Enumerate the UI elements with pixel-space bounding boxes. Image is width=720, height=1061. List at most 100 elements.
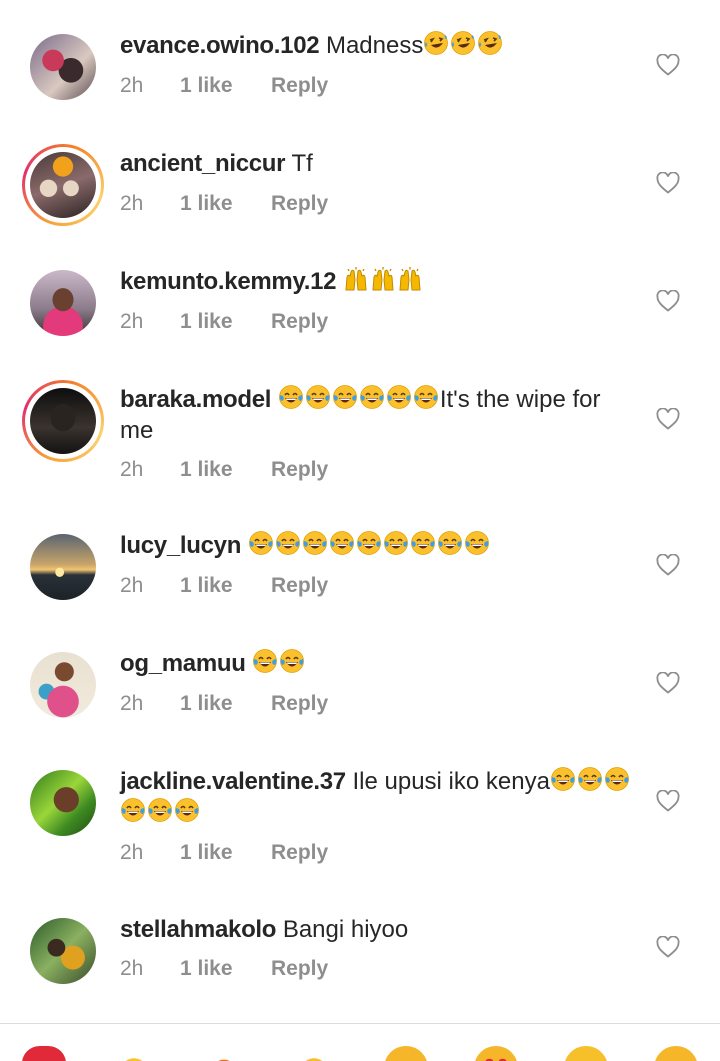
joy-emoji — [437, 531, 462, 555]
likes-count[interactable]: 1 like — [180, 841, 271, 865]
joy-emoji-group — [278, 385, 440, 413]
timestamp: 2h — [120, 74, 144, 97]
comment-body — [241, 532, 248, 559]
username[interactable]: og_mamuu — [120, 650, 246, 677]
timestamp: 2h — [120, 957, 144, 980]
joy-emoji-group — [248, 531, 491, 559]
joy-emoji — [359, 385, 384, 409]
username[interactable]: baraka.model — [120, 386, 271, 413]
joy-emoji-group — [252, 649, 306, 677]
heart-icon[interactable] — [656, 936, 680, 958]
heart-icon[interactable] — [656, 408, 680, 430]
avatar[interactable] — [30, 270, 96, 336]
comment-body: Ile upusi iko kenya — [345, 768, 550, 795]
wow-emoji-button[interactable] — [564, 1046, 608, 1061]
reply-button[interactable]: Reply — [271, 841, 328, 865]
reply-button[interactable]: Reply — [271, 692, 328, 716]
heart-icon[interactable] — [656, 172, 680, 194]
comment-body: Tf — [285, 150, 313, 177]
heart-eyes-emoji-button[interactable] — [474, 1046, 518, 1061]
comment-meta: 2h 1 like Reply — [120, 310, 328, 334]
joy-emoji — [302, 531, 327, 555]
joy-emoji — [410, 531, 435, 555]
comment-meta: 2h 1 like Reply — [120, 192, 328, 216]
heart-icon[interactable] — [656, 54, 680, 76]
joy-emoji — [248, 531, 273, 555]
raised-hands-emoji-button[interactable] — [112, 1046, 156, 1061]
raised-hands-emoji — [399, 267, 421, 291]
likes-count[interactable]: 1 like — [180, 310, 271, 334]
rofl-emoji — [451, 31, 476, 55]
heart-icon[interactable] — [656, 790, 680, 812]
heart-emoji-button[interactable] — [22, 1046, 66, 1061]
comment-text: kemunto.kemmy.12 — [120, 266, 640, 297]
avatar[interactable] — [30, 534, 96, 600]
avatar[interactable] — [22, 380, 104, 462]
comment-text: lucy_lucyn — [120, 530, 640, 561]
comment-meta: 2h 1 like Reply — [120, 458, 328, 482]
comment-text: evance.owino.102 Madness — [120, 30, 640, 61]
heart-icon[interactable] — [656, 554, 680, 576]
reply-button[interactable]: Reply — [271, 957, 328, 981]
username[interactable]: ancient_niccur — [120, 150, 286, 177]
raised-hands-emoji-group — [343, 267, 424, 295]
timestamp: 2h — [120, 458, 144, 481]
avatar[interactable] — [30, 770, 96, 836]
reply-button[interactable]: Reply — [271, 458, 328, 482]
crying-emoji-button[interactable] — [384, 1046, 428, 1061]
joy-emoji — [253, 649, 278, 673]
username[interactable]: stellahmakolo — [120, 916, 276, 943]
joy-emoji — [332, 385, 357, 409]
clap-emoji-button[interactable] — [292, 1046, 336, 1061]
comment-meta: 2h 1 like Reply — [120, 841, 328, 865]
timestamp: 2h — [120, 310, 144, 333]
joy-emoji — [578, 767, 602, 791]
likes-count[interactable]: 1 like — [180, 192, 271, 216]
avatar[interactable] — [30, 652, 96, 718]
heart-icon[interactable] — [656, 290, 680, 312]
joy-emoji — [413, 385, 438, 409]
reply-button[interactable]: Reply — [271, 310, 328, 334]
comment-text: baraka.model It's the wipe for me — [120, 384, 640, 446]
joy-emoji — [121, 798, 145, 822]
likes-count[interactable]: 1 like — [180, 74, 271, 98]
comment-body: Madness — [319, 32, 424, 59]
likes-count[interactable]: 1 like — [180, 574, 271, 598]
timestamp: 2h — [120, 841, 144, 864]
avatar[interactable] — [22, 144, 104, 226]
username[interactable]: jackline.valentine.37 — [120, 768, 346, 795]
joy-emoji — [148, 798, 172, 822]
comment-meta: 2h 1 like Reply — [120, 74, 328, 98]
comment-text: stellahmakolo Bangi hiyoo — [120, 914, 640, 945]
joy-emoji — [386, 385, 411, 409]
rofl-emoji — [478, 31, 503, 55]
comment-body — [336, 268, 343, 295]
likes-count[interactable]: 1 like — [180, 692, 271, 716]
username[interactable]: kemunto.kemmy.12 — [120, 268, 336, 295]
username[interactable]: evance.owino.102 — [120, 32, 320, 59]
reply-button[interactable]: Reply — [271, 192, 328, 216]
reply-button[interactable]: Reply — [271, 74, 328, 98]
comment-meta: 2h 1 like Reply — [120, 692, 328, 716]
username[interactable]: lucy_lucyn — [120, 532, 241, 559]
comment-text: og_mamuu — [120, 648, 640, 679]
rofl-emoji — [424, 31, 449, 55]
joy-emoji — [383, 531, 408, 555]
raised-hands-emoji — [372, 267, 394, 291]
comment-meta: 2h 1 like Reply — [120, 574, 328, 598]
joy-emoji — [551, 767, 575, 791]
comment-text: jackline.valentine.37 Ile upusi iko keny… — [120, 766, 640, 828]
fire-emoji-button[interactable] — [202, 1046, 246, 1061]
reply-button[interactable]: Reply — [271, 574, 328, 598]
raised-hands-emoji — [345, 267, 367, 291]
joy-emoji-button[interactable] — [654, 1046, 698, 1061]
joy-emoji — [278, 385, 303, 409]
joy-emoji — [305, 385, 330, 409]
likes-count[interactable]: 1 like — [180, 957, 271, 981]
avatar[interactable] — [30, 918, 96, 984]
likes-count[interactable]: 1 like — [180, 458, 271, 482]
timestamp: 2h — [120, 692, 144, 715]
heart-icon[interactable] — [656, 672, 680, 694]
avatar[interactable] — [30, 34, 96, 100]
comment-meta: 2h 1 like Reply — [120, 957, 328, 981]
